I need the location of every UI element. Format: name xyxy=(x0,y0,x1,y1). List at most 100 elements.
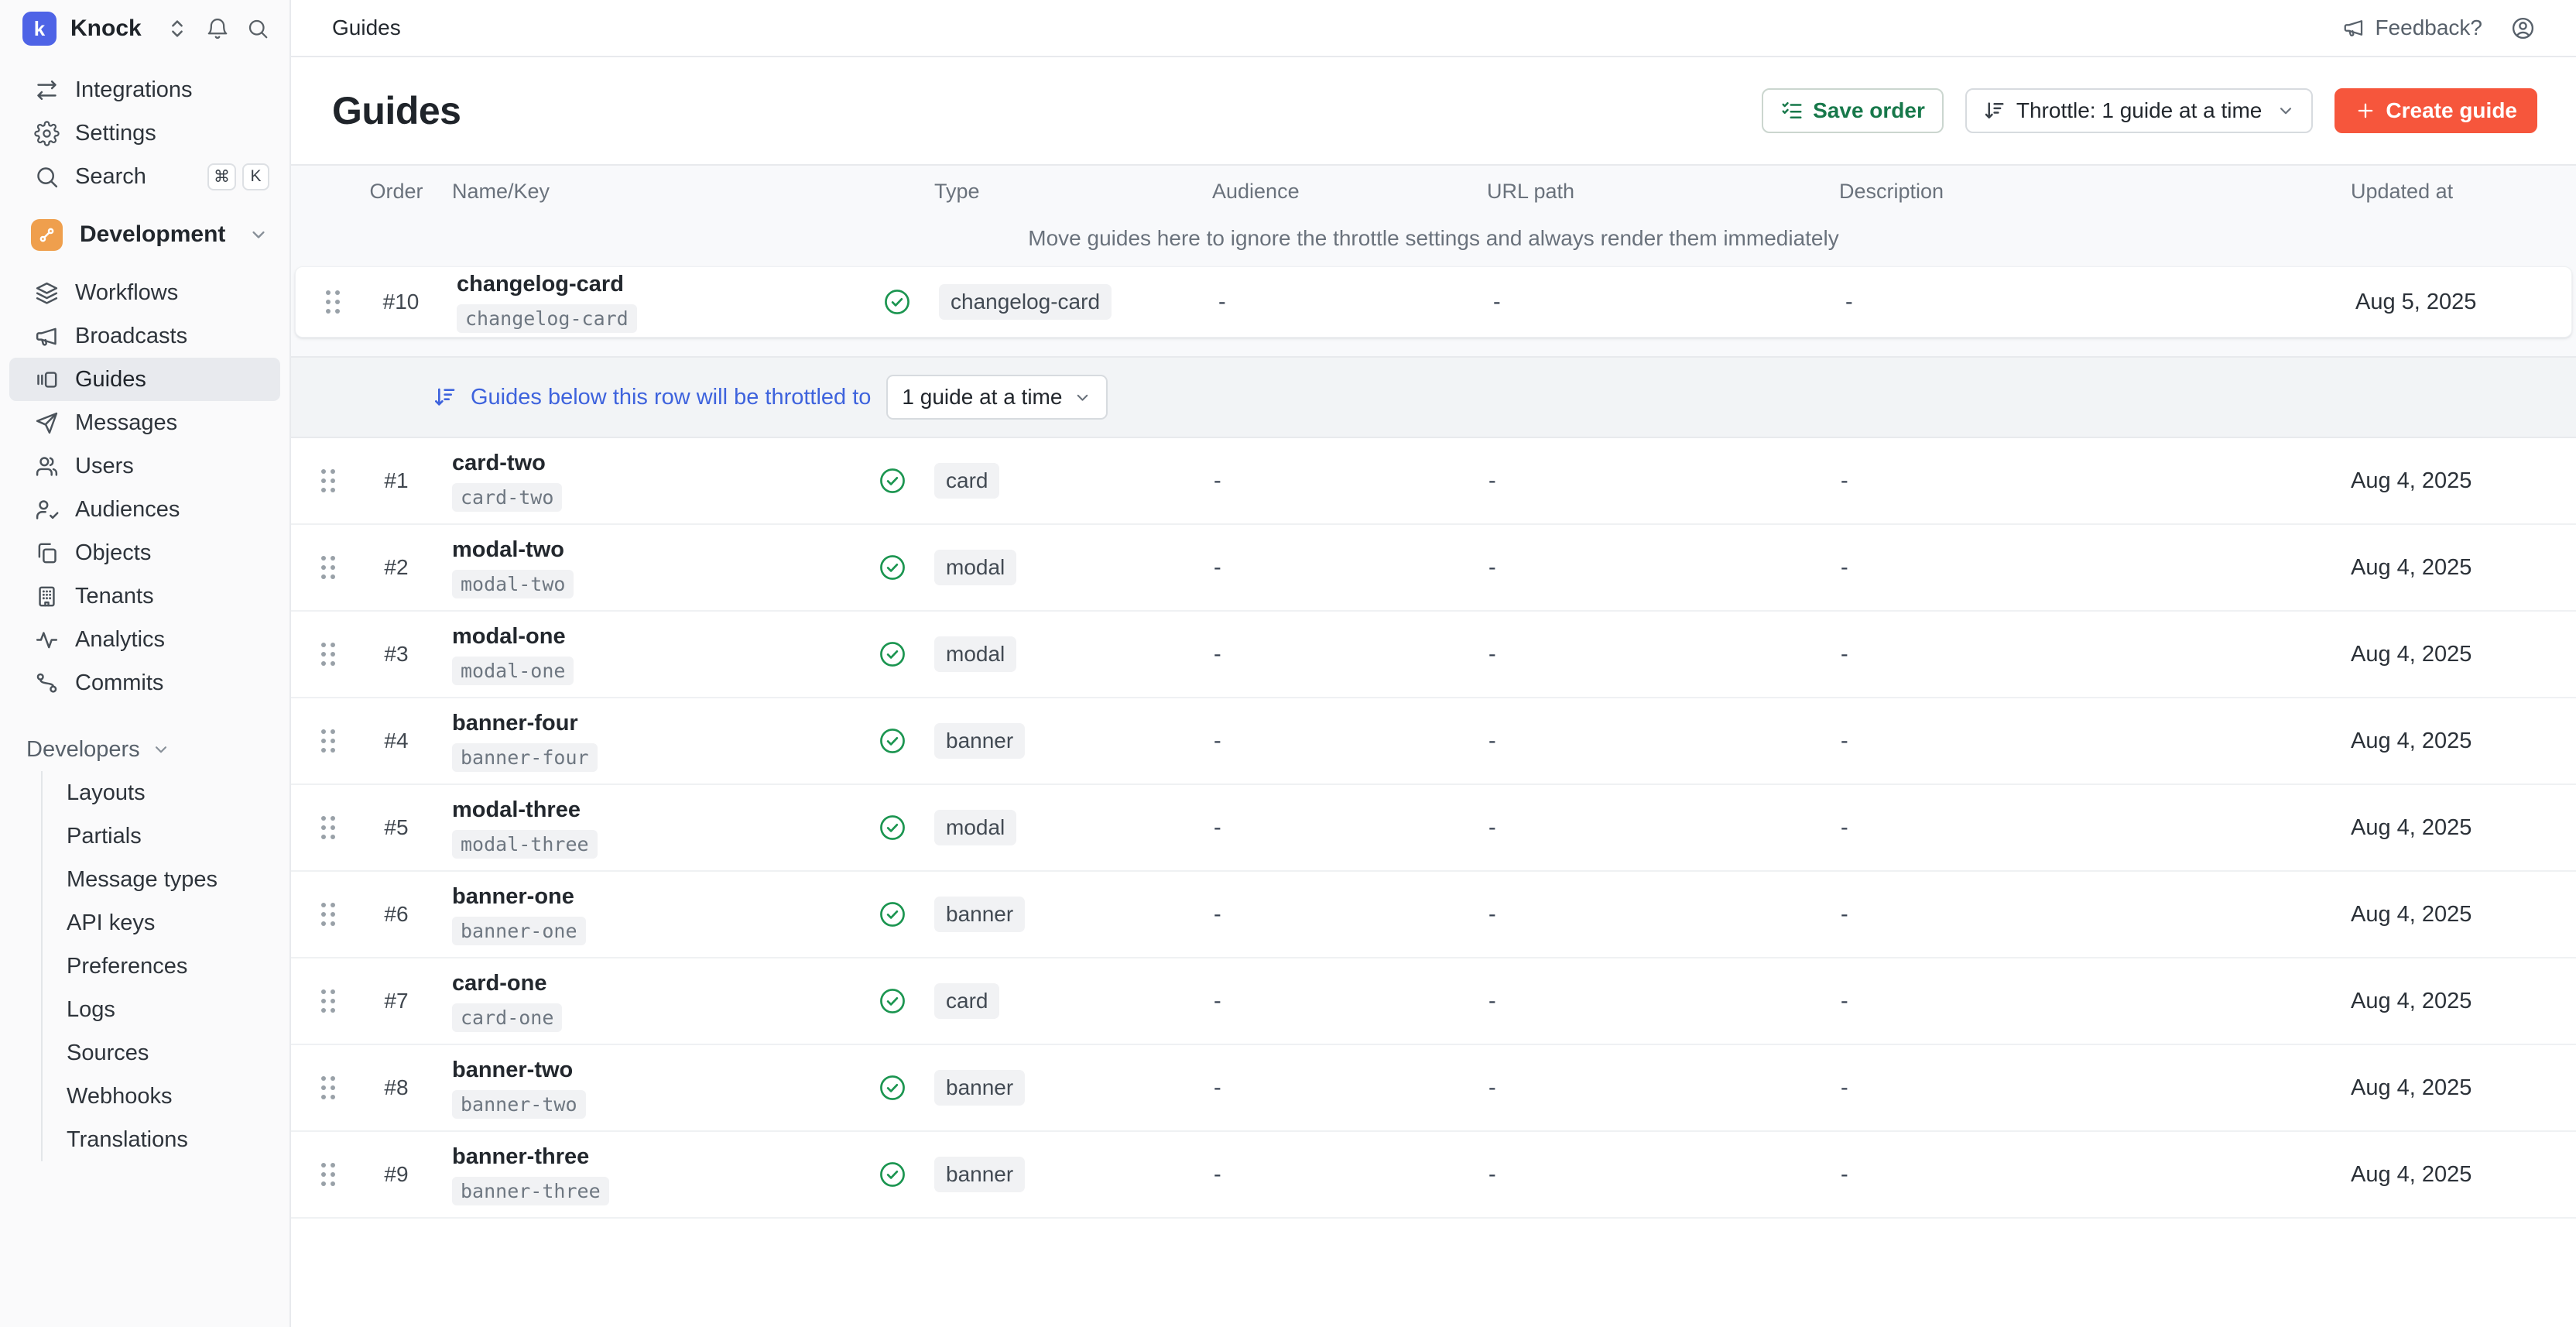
sidebar-item-search[interactable]: Search⌘K xyxy=(9,155,280,198)
drag-handle[interactable] xyxy=(321,1163,335,1186)
guide-order: #8 xyxy=(365,1075,427,1100)
status-active-check-icon xyxy=(878,1073,907,1102)
guide-audience: - xyxy=(1212,1162,1487,1188)
guide-name-link[interactable]: card-one xyxy=(452,971,546,996)
sidebar-item-objects[interactable]: Objects xyxy=(9,531,280,574)
panel-icon xyxy=(34,367,60,393)
table-header-row: OrderName/KeyTypeAudienceURL pathDescrip… xyxy=(291,166,2576,217)
guide-audience: - xyxy=(1212,815,1487,841)
drag-handle[interactable] xyxy=(321,729,335,753)
environment-switcher[interactable]: Development xyxy=(9,212,280,257)
guide-audience: - xyxy=(1212,468,1487,494)
drag-handle[interactable] xyxy=(321,469,335,492)
sidebar-item-workflows[interactable]: Workflows xyxy=(9,271,280,314)
drag-handle[interactable] xyxy=(321,816,335,839)
feedback-button[interactable]: Feedback? xyxy=(2342,15,2482,40)
developers-section-label: Developers xyxy=(26,737,140,763)
guide-name-link[interactable]: modal-two xyxy=(452,537,564,563)
sidebar-item-translations[interactable]: Translations xyxy=(65,1118,289,1161)
guide-key-badge: banner-one xyxy=(452,917,586,945)
sidebar-item-api-keys[interactable]: API keys xyxy=(65,901,289,945)
guide-updated-at: Aug 4, 2025 xyxy=(2346,902,2576,928)
guide-updated-at: Aug 4, 2025 xyxy=(2346,642,2576,667)
status-active-check-icon xyxy=(878,726,907,756)
guide-order: #9 xyxy=(365,1162,427,1187)
column-header: Audience xyxy=(1212,180,1487,204)
drag-handle[interactable] xyxy=(321,1076,335,1099)
sidebar-item-label: Analytics xyxy=(75,627,165,653)
drag-handle[interactable] xyxy=(321,556,335,579)
commit-icon xyxy=(34,670,60,696)
sidebar-item-sources[interactable]: Sources xyxy=(65,1031,289,1075)
sidebar-item-users[interactable]: Users xyxy=(9,444,280,488)
sidebar-item-broadcasts[interactable]: Broadcasts xyxy=(9,314,280,358)
sidebar-item-message-types[interactable]: Message types xyxy=(65,858,289,901)
guide-updated-at: Aug 4, 2025 xyxy=(2346,555,2576,581)
checklist-icon xyxy=(1780,99,1804,122)
guide-name-link[interactable]: changelog-card xyxy=(457,272,624,297)
guide-type-badge: modal xyxy=(934,550,1016,585)
workspace-select-icon[interactable] xyxy=(166,17,189,40)
topbar: Guides Feedback? xyxy=(291,0,2576,57)
guide-order: #3 xyxy=(365,642,427,667)
drag-handle[interactable] xyxy=(326,290,340,314)
column-header: Type xyxy=(917,180,1212,204)
guide-name-link[interactable]: banner-one xyxy=(452,884,574,910)
activity-icon xyxy=(34,627,60,653)
sidebar-item-layouts[interactable]: Layouts xyxy=(65,771,289,814)
drag-handle[interactable] xyxy=(321,989,335,1013)
sidebar-item-webhooks[interactable]: Webhooks xyxy=(65,1075,289,1118)
guide-name-link[interactable]: modal-one xyxy=(452,624,566,650)
guide-type-badge: changelog-card xyxy=(939,284,1112,320)
guide-name-link[interactable]: banner-two xyxy=(452,1058,573,1083)
status-active-check-icon xyxy=(878,553,907,582)
sidebar-item-preferences[interactable]: Preferences xyxy=(65,945,289,988)
guide-name-link[interactable]: banner-three xyxy=(452,1144,589,1170)
guide-key-badge: banner-three xyxy=(452,1177,609,1205)
sidebar-item-label: Broadcasts xyxy=(75,324,187,349)
megaphone-icon xyxy=(2342,16,2365,39)
sidebar-item-tenants[interactable]: Tenants xyxy=(9,574,280,618)
sidebar-item-integrations[interactable]: Integrations xyxy=(9,68,280,111)
sidebar-item-partials[interactable]: Partials xyxy=(65,814,289,858)
guide-url-path: - xyxy=(1487,555,1839,581)
guide-name-link[interactable]: modal-three xyxy=(452,797,581,823)
sidebar-top-nav: IntegrationsSettingsSearch⌘K xyxy=(0,57,289,198)
guide-row: #7card-onecard-onecard---Aug 4, 2025 xyxy=(291,958,2576,1045)
guide-name-link[interactable]: banner-four xyxy=(452,711,578,736)
create-guide-button[interactable]: Create guide xyxy=(2334,88,2537,133)
feedback-label: Feedback? xyxy=(2375,15,2482,40)
developers-section-toggle[interactable]: Developers xyxy=(9,732,280,766)
sidebar-item-guides[interactable]: Guides xyxy=(9,358,280,401)
search-icon[interactable] xyxy=(246,17,269,40)
throttle-divider-text: Guides below this row will be throttled … xyxy=(471,385,871,410)
breadcrumb: Guides xyxy=(332,15,401,40)
guide-description: - xyxy=(1839,642,2346,667)
throttle-amount-value: 1 guide at a time xyxy=(902,385,1062,410)
throttle-amount-select[interactable]: 1 guide at a time xyxy=(886,375,1108,420)
notifications-bell-icon[interactable] xyxy=(206,17,229,40)
sidebar-item-messages[interactable]: Messages xyxy=(9,401,280,444)
guide-row: #2modal-twomodal-twomodal---Aug 4, 2025 xyxy=(291,525,2576,612)
chevron-down-icon xyxy=(248,224,269,245)
drag-handle[interactable] xyxy=(321,903,335,926)
workspace-switcher[interactable]: k Knock xyxy=(0,0,289,57)
drag-handle[interactable] xyxy=(321,643,335,666)
guide-audience: - xyxy=(1217,290,1492,315)
sidebar-item-analytics[interactable]: Analytics xyxy=(9,618,280,661)
column-header: Description xyxy=(1839,180,2346,204)
guide-name-link[interactable]: card-two xyxy=(452,451,546,476)
sidebar-item-audiences[interactable]: Audiences xyxy=(9,488,280,531)
guide-order: #7 xyxy=(365,989,427,1013)
workspace-name: Knock xyxy=(70,15,142,42)
save-order-button[interactable]: Save order xyxy=(1762,88,1944,133)
sidebar: k Knock IntegrationsSettingsSearch⌘K Dev… xyxy=(0,0,291,1327)
sidebar-item-commits[interactable]: Commits xyxy=(9,661,280,705)
account-avatar-icon[interactable] xyxy=(2510,15,2536,41)
sidebar-item-label: Audiences xyxy=(75,497,180,523)
sidebar-item-settings[interactable]: Settings xyxy=(9,111,280,155)
guide-description: - xyxy=(1839,902,2346,928)
status-active-check-icon xyxy=(882,287,912,317)
sidebar-item-logs[interactable]: Logs xyxy=(65,988,289,1031)
throttle-dropdown[interactable]: Throttle: 1 guide at a time xyxy=(1965,88,2314,133)
